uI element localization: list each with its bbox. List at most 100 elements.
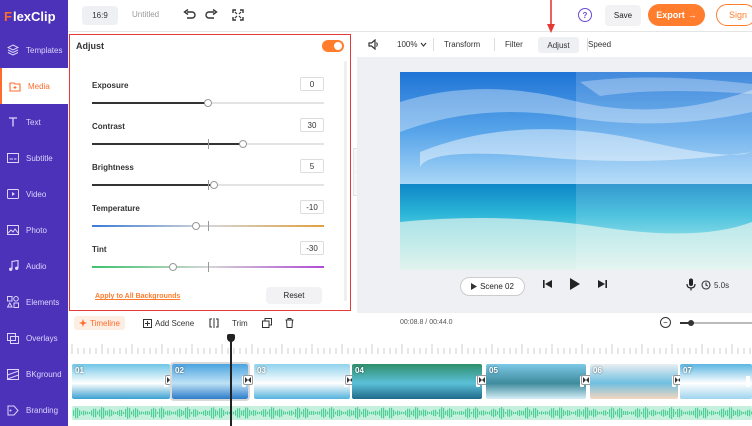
exposure-slider-fill bbox=[92, 102, 208, 104]
sidebar-item-media[interactable]: Media bbox=[0, 68, 68, 104]
panel-title: Adjust bbox=[76, 41, 104, 51]
contrast-control: Contrast 30 bbox=[92, 118, 324, 152]
scene-clip-02[interactable]: 02 bbox=[170, 362, 250, 401]
temperature-slider-thumb[interactable] bbox=[192, 222, 201, 230]
logo-text: lexClip bbox=[12, 8, 56, 24]
volume-icon[interactable] bbox=[368, 38, 380, 52]
temperature-center-mark bbox=[208, 221, 209, 231]
sidebar-item-label: Video bbox=[26, 189, 47, 199]
add-scene-button[interactable]: Add Scene bbox=[143, 316, 194, 330]
contrast-center-mark bbox=[208, 139, 209, 149]
sidebar-item-label: Media bbox=[28, 81, 50, 91]
exposure-slider[interactable] bbox=[92, 99, 324, 107]
brightness-slider[interactable] bbox=[92, 180, 324, 190]
brightness-slider-thumb[interactable] bbox=[209, 181, 218, 189]
media-icon bbox=[8, 79, 22, 93]
exposure-value-input[interactable]: 0 bbox=[300, 77, 324, 91]
sidebar-item-text[interactable]: Text bbox=[0, 104, 68, 140]
adjust-toggle[interactable] bbox=[322, 40, 344, 52]
sign-in-button[interactable]: Sign bbox=[716, 4, 752, 26]
scene-clip-04[interactable]: 04 bbox=[352, 364, 482, 399]
playhead[interactable] bbox=[227, 334, 235, 426]
tint-slider[interactable] bbox=[92, 262, 324, 272]
delete-icon[interactable] bbox=[285, 316, 294, 330]
timeline-button[interactable]: Timeline bbox=[74, 316, 125, 330]
brightness-center-mark bbox=[208, 180, 209, 190]
duplicate-icon[interactable] bbox=[262, 316, 272, 330]
microphone-icon[interactable] bbox=[686, 278, 696, 294]
sidebar-item-elements[interactable]: Elements bbox=[0, 284, 68, 320]
temperature-slider[interactable] bbox=[92, 221, 324, 231]
previous-scene-icon[interactable] bbox=[543, 279, 553, 292]
sidebar-item-overlays[interactable]: Overlays bbox=[0, 320, 68, 356]
video-preview[interactable] bbox=[400, 72, 752, 270]
scene-selector-button[interactable]: Scene 02 bbox=[460, 277, 525, 296]
play-icon[interactable] bbox=[569, 277, 581, 294]
sidebar-item-bkground[interactable]: BKground bbox=[0, 356, 68, 392]
toolbar-divider bbox=[433, 38, 434, 51]
scene-clip-03[interactable]: 03 bbox=[254, 364, 350, 399]
contrast-slider[interactable] bbox=[92, 139, 324, 149]
sidebar-item-photo[interactable]: Photo bbox=[0, 212, 68, 248]
redo-icon[interactable] bbox=[204, 8, 218, 22]
trim-button[interactable]: Trim bbox=[232, 316, 248, 330]
top-bar: 16:9 Untitled ? Save Export → Sign bbox=[68, 0, 752, 32]
annotation-arrow-icon bbox=[547, 0, 555, 33]
apply-to-all-backgrounds-link[interactable]: Apply to All Backgrounds bbox=[95, 293, 180, 300]
clip-trim-handle[interactable] bbox=[746, 376, 750, 387]
clock-icon bbox=[701, 280, 711, 293]
sidebar-item-audio[interactable]: Audio bbox=[0, 248, 68, 284]
scene-clip-05[interactable]: 05 bbox=[486, 364, 586, 399]
sidebar-item-label: Overlays bbox=[26, 333, 58, 343]
save-button[interactable]: Save bbox=[605, 5, 641, 26]
zoom-thumb[interactable] bbox=[687, 320, 694, 326]
contrast-label: Contrast bbox=[92, 122, 125, 131]
adjust-panel: Adjust Exposure 0 Contrast 30 Brightness 5 Tem… bbox=[69, 34, 351, 311]
zoom-select[interactable]: 100% bbox=[397, 40, 427, 49]
sidebar-item-templates[interactable]: Templates bbox=[0, 32, 68, 68]
tab-adjust[interactable]: Adjust bbox=[538, 37, 579, 53]
help-icon[interactable]: ? bbox=[578, 8, 592, 22]
sidebar-item-subtitle[interactable]: Subtitle bbox=[0, 140, 68, 176]
tab-speed[interactable]: Speed bbox=[588, 40, 611, 49]
audio-track[interactable] bbox=[72, 406, 752, 420]
flexclip-logo[interactable]: F lexClip bbox=[0, 0, 68, 32]
brightness-label: Brightness bbox=[92, 163, 134, 172]
tab-filter[interactable]: Filter bbox=[505, 40, 523, 49]
scene-clip-07[interactable]: 07 bbox=[680, 364, 752, 399]
tab-transform[interactable]: Transform bbox=[444, 40, 480, 49]
contrast-value-input[interactable]: 30 bbox=[300, 118, 324, 132]
aspect-ratio-button[interactable]: 16:9 bbox=[82, 6, 118, 25]
transition-icon[interactable] bbox=[243, 375, 253, 385]
next-scene-icon[interactable] bbox=[597, 279, 607, 292]
split-icon[interactable] bbox=[209, 316, 219, 330]
toolbar-divider bbox=[494, 38, 495, 51]
text-icon bbox=[6, 115, 20, 129]
reset-button[interactable]: Reset bbox=[266, 287, 322, 304]
sidebar-item-label: Templates bbox=[26, 45, 63, 55]
scene-clip-01[interactable]: 01 bbox=[72, 364, 170, 399]
timeline-tracks: 01 02 03 04 05 06 07 bbox=[68, 332, 752, 426]
zoom-out-icon[interactable]: − bbox=[660, 317, 671, 328]
panel-scrollbar[interactable] bbox=[344, 61, 347, 301]
arrow-right-icon: → bbox=[687, 10, 697, 20]
sidebar-item-branding[interactable]: Branding bbox=[0, 392, 68, 426]
timeline-ruler[interactable] bbox=[68, 332, 752, 360]
undo-icon[interactable] bbox=[182, 8, 196, 22]
tint-slider-thumb[interactable] bbox=[169, 263, 178, 271]
brightness-slider-fill bbox=[92, 184, 214, 186]
temperature-value-input[interactable]: -10 bbox=[300, 200, 324, 214]
project-title[interactable]: Untitled bbox=[132, 10, 159, 19]
sidebar-item-label: Audio bbox=[26, 261, 47, 271]
timeline-zoom-slider[interactable] bbox=[680, 320, 752, 326]
scene-clip-06[interactable]: 06 bbox=[590, 364, 678, 399]
brightness-value-input[interactable]: 5 bbox=[300, 159, 324, 173]
tint-value-input[interactable]: -30 bbox=[300, 241, 324, 255]
exposure-slider-thumb[interactable] bbox=[204, 99, 212, 107]
fullscreen-icon[interactable] bbox=[231, 8, 245, 22]
export-button[interactable]: Export → bbox=[648, 4, 705, 26]
sidebar-item-video[interactable]: Video bbox=[0, 176, 68, 212]
contrast-slider-thumb[interactable] bbox=[238, 140, 247, 148]
scene-duration[interactable]: 5.0s bbox=[714, 281, 729, 290]
tint-control: Tint -30 bbox=[92, 241, 324, 275]
